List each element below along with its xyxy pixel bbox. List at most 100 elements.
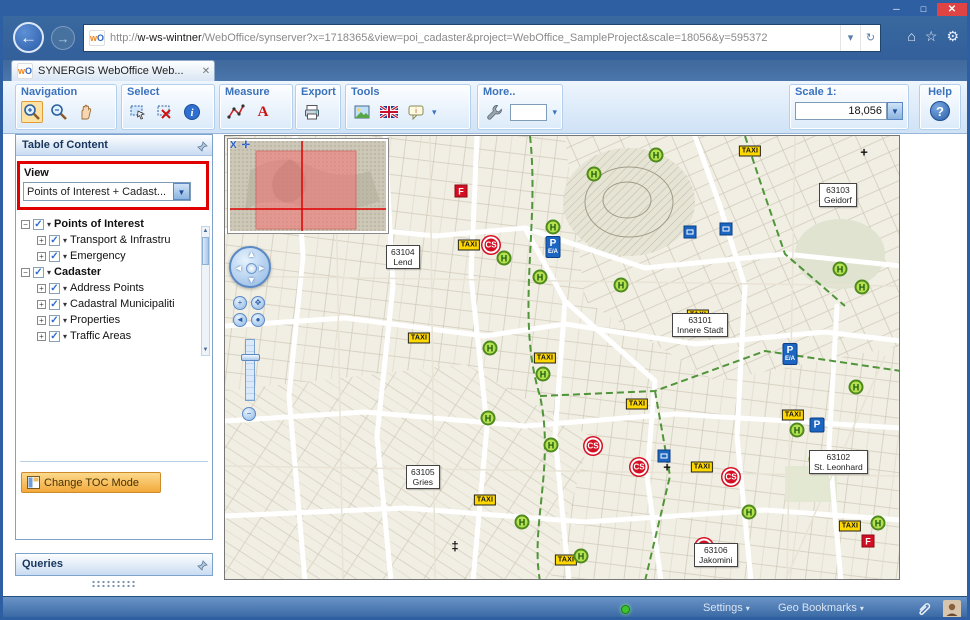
scale-dropdown-icon[interactable]: ▼ <box>887 102 903 120</box>
layer-checkbox[interactable]: ✓ <box>49 299 60 310</box>
clear-selection-tool[interactable] <box>154 101 176 123</box>
pin-icon[interactable] <box>197 558 208 578</box>
poi-marker-sq[interactable] <box>684 226 697 239</box>
poi-marker-h[interactable]: H <box>515 515 530 530</box>
poi-marker-taxi[interactable]: TAXI <box>839 521 861 532</box>
layer-checkbox[interactable]: ✓ <box>49 251 60 262</box>
toc-tree-item[interactable]: +✓▾Emergency <box>16 248 198 264</box>
identify-tool[interactable]: i <box>181 101 203 123</box>
layer-caret-icon[interactable]: ▾ <box>63 236 67 245</box>
pan-up-icon[interactable]: ▲ <box>247 249 256 259</box>
next-extent-button[interactable]: ● <box>251 313 265 327</box>
poi-marker-h[interactable]: H <box>574 549 589 564</box>
poi-marker-taxi[interactable]: TAXI <box>408 333 430 344</box>
queries-panel[interactable]: Queries <box>15 553 213 576</box>
poi-marker-f[interactable]: F <box>455 185 468 198</box>
poi-marker-h[interactable]: H <box>849 380 864 395</box>
previous-extent-button[interactable]: ◄ <box>233 313 247 327</box>
scroll-up-icon[interactable]: ▲ <box>202 227 209 236</box>
url-text[interactable]: http://w-ws-wintner/WebOffice/synserver?… <box>110 32 840 44</box>
change-toc-mode-button[interactable]: Change TOC Mode <box>21 472 161 493</box>
poi-marker-h[interactable]: H <box>833 262 848 277</box>
poi-marker-plus[interactable]: + <box>860 145 868 160</box>
poi-marker-taxi[interactable]: TAXI <box>474 495 496 506</box>
pan-left-icon[interactable]: ◄ <box>234 263 243 273</box>
toc-tree-item[interactable]: −✓▾Cadaster <box>16 264 198 280</box>
wrench-tool[interactable] <box>483 101 505 123</box>
toc-tree-item[interactable]: +✓▾Cadastral Municipaliti <box>16 296 198 312</box>
pan-center-icon[interactable] <box>246 263 257 274</box>
poi-marker-taxi[interactable]: TAXI <box>739 146 761 157</box>
zoom-out-button[interactable]: − <box>242 407 256 421</box>
settings-gear-icon[interactable]: ⚙ <box>946 28 959 45</box>
layer-checkbox[interactable]: ✓ <box>33 267 44 278</box>
layer-caret-icon[interactable]: ▾ <box>47 268 51 277</box>
tree-expand-icon[interactable]: − <box>21 268 30 277</box>
close-button[interactable]: ✕ <box>937 3 967 17</box>
user-avatar[interactable] <box>943 600 961 620</box>
view-dropdown-icon[interactable]: ▼ <box>173 183 190 200</box>
toc-tree-item[interactable]: +✓▾Traffic Areas <box>16 328 198 344</box>
scroll-down-icon[interactable]: ▼ <box>202 346 209 355</box>
poi-marker-cs[interactable]: CS <box>723 469 740 486</box>
more-combobox[interactable] <box>510 104 548 121</box>
address-bar[interactable]: wO http://w-ws-wintner/WebOffice/synserv… <box>83 24 881 52</box>
zoom-slider[interactable] <box>245 339 255 401</box>
zoom-in-button[interactable]: + <box>233 296 247 310</box>
tree-expand-icon[interactable]: + <box>37 252 46 261</box>
tree-scrollbar[interactable]: ▲ ▼ <box>201 226 210 356</box>
tree-expand-icon[interactable]: + <box>37 316 46 325</box>
language-flag-icon[interactable] <box>378 101 400 123</box>
url-dropdown-icon[interactable]: ▾ <box>840 25 860 51</box>
tab-close-icon[interactable]: ✕ <box>198 66 214 77</box>
pan-right-icon[interactable]: ► <box>257 263 266 273</box>
text-annotation-tool[interactable]: A <box>252 101 274 123</box>
poi-marker-h[interactable]: H <box>871 516 886 531</box>
view-dropdown[interactable]: Points of Interest + Cadast... ▼ <box>23 182 191 201</box>
poi-marker-h[interactable]: H <box>544 438 559 453</box>
layer-checkbox[interactable]: ✓ <box>49 315 60 326</box>
poi-marker-h[interactable]: H <box>546 220 561 235</box>
toc-tree-item[interactable]: +✓▾Properties <box>16 312 198 328</box>
poi-marker-h[interactable]: H <box>483 341 498 356</box>
layer-caret-icon[interactable]: ▾ <box>63 332 67 341</box>
poi-marker-cs[interactable]: CS <box>585 438 602 455</box>
favorites-star-icon[interactable]: ☆ <box>925 28 938 45</box>
layer-checkbox[interactable]: ✓ <box>49 235 60 246</box>
poi-marker-h[interactable]: H <box>649 148 664 163</box>
scale-input[interactable] <box>795 102 887 120</box>
poi-marker-h[interactable]: H <box>481 411 496 426</box>
tools-dropdown-icon[interactable]: ▾ <box>432 107 437 118</box>
layer-checkbox[interactable]: ✓ <box>49 331 60 342</box>
poi-marker-p[interactable]: P <box>810 418 825 433</box>
poi-marker-cs[interactable]: CS <box>483 237 500 254</box>
layer-checkbox[interactable]: ✓ <box>49 283 60 294</box>
zoom-slider-handle[interactable] <box>241 354 260 361</box>
toc-tree-item[interactable]: +✓▾Address Points <box>16 280 198 296</box>
poi-marker-taxi[interactable]: TAXI <box>626 399 648 410</box>
image-export-tool[interactable] <box>351 101 373 123</box>
select-tool[interactable] <box>127 101 149 123</box>
poi-marker-sq[interactable] <box>720 223 733 236</box>
layer-caret-icon[interactable]: ▾ <box>63 316 67 325</box>
overview-pan-icon[interactable]: ✛ <box>242 140 250 151</box>
tree-expand-icon[interactable]: + <box>37 236 46 245</box>
settings-menu[interactable]: Settings▾ <box>703 602 750 614</box>
overview-map[interactable] <box>227 138 389 234</box>
pan-hand-tool[interactable] <box>75 101 97 123</box>
home-icon[interactable]: ⌂ <box>907 28 915 45</box>
poi-marker-cs[interactable]: CS <box>631 459 648 476</box>
help-button[interactable]: ? <box>930 101 950 121</box>
poi-marker-f[interactable]: F <box>862 535 875 548</box>
poi-marker-h[interactable]: H <box>587 167 602 182</box>
poi-marker-taxi[interactable]: TAXI <box>782 410 804 421</box>
map-viewport[interactable]: HTAXI+HFHTAXICSPE/AHHHHHTAXITAXIHPE/ATAX… <box>224 135 900 580</box>
poi-marker-p[interactable]: PE/A <box>783 343 798 365</box>
toc-tree-item[interactable]: +✓▾Transport & Infrastru <box>16 232 198 248</box>
tree-expand-icon[interactable]: − <box>21 220 30 229</box>
back-button[interactable]: ← <box>13 22 44 53</box>
tree-expand-icon[interactable]: + <box>37 284 46 293</box>
tree-expand-icon[interactable]: + <box>37 300 46 309</box>
paperclip-icon[interactable] <box>915 600 933 620</box>
full-extent-button[interactable]: ✥ <box>251 296 265 310</box>
